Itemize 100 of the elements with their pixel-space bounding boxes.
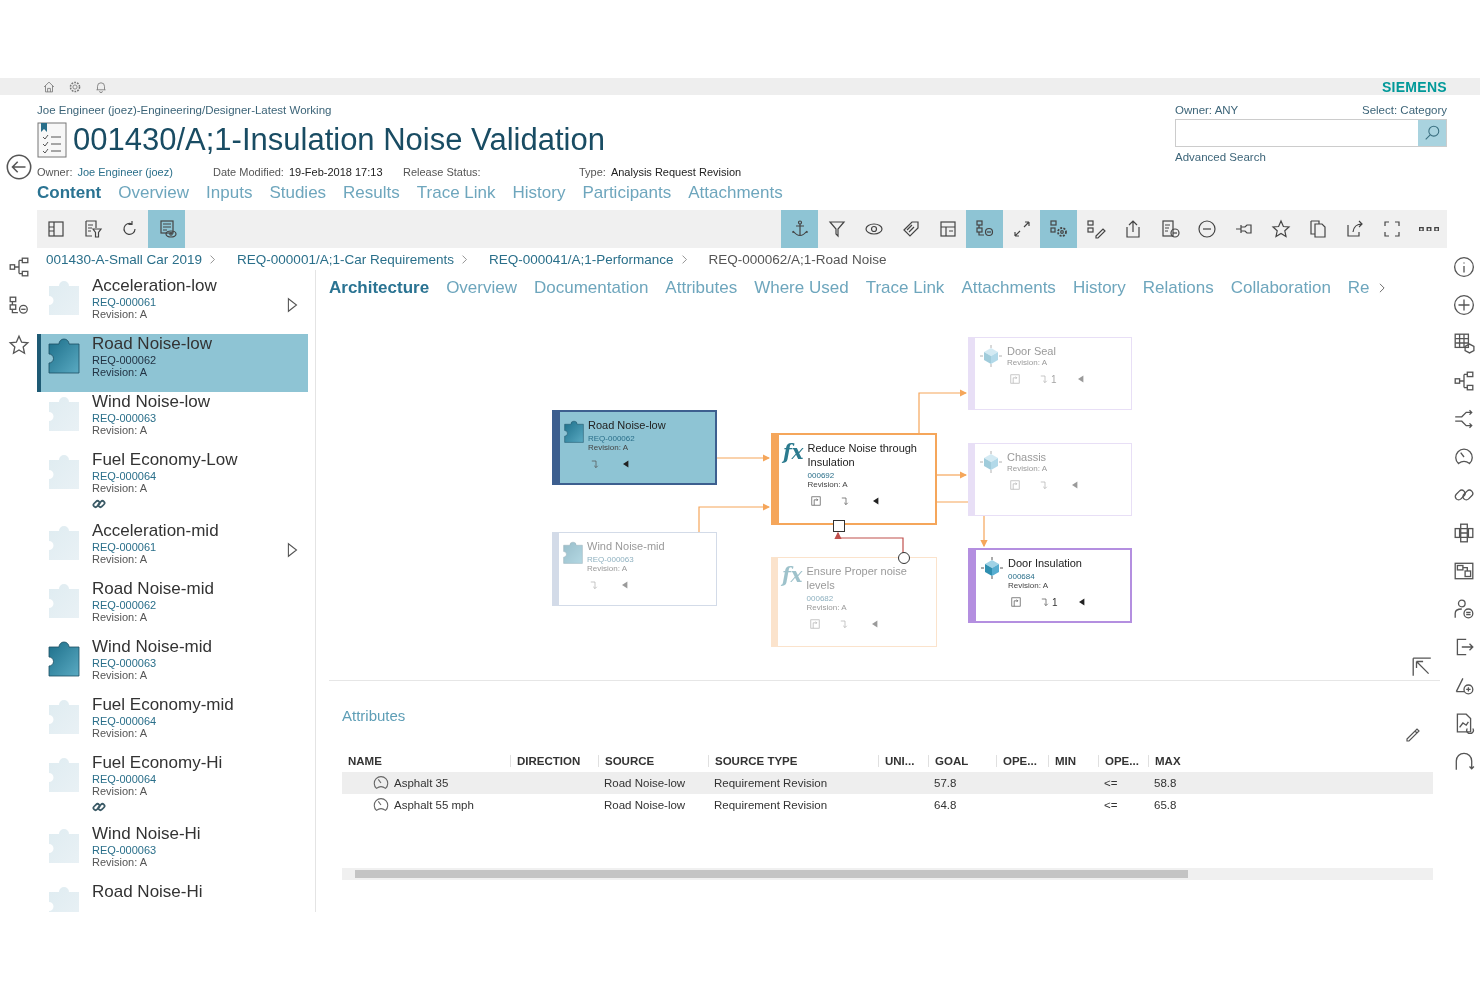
filter-icon — [826, 219, 847, 239]
column-header[interactable]: MAX — [1148, 755, 1248, 767]
list-item[interactable]: Road Noise-Hi — [37, 882, 309, 912]
node-revision: Revision: A — [1007, 358, 1049, 367]
table-row[interactable]: Asphalt 55 mph Road Noise-low Requirement Revision 64.8 <= 65.8 — [342, 794, 1433, 816]
item-revision: Revision: A — [92, 366, 149, 378]
user-swap-button[interactable] — [1452, 598, 1475, 620]
info-button[interactable] — [1452, 256, 1475, 278]
column-header[interactable]: DIRECTION — [510, 755, 598, 767]
column-header[interactable]: OPE... — [1098, 755, 1148, 767]
item-name: Wind Noise-low — [92, 392, 212, 412]
column-header[interactable]: SOURCE — [598, 755, 708, 767]
table-cell: <= — [1104, 777, 1118, 789]
breadcrumb-item[interactable]: REQ-000041/A;1-Performance — [488, 251, 674, 267]
node-title: Ensure Proper noise levels — [806, 564, 908, 592]
copy-icon — [1307, 219, 1328, 239]
list-item[interactable]: Road Noise-mid REQ-000062 Revision: A — [37, 579, 309, 637]
breadcrumb-item[interactable]: REQ-000001/A;1-Car Requirements — [237, 251, 454, 267]
item-revision: Revision: A — [92, 727, 149, 739]
node-title: Road Noise-low — [588, 418, 667, 432]
item-id: REQ-000064 — [92, 715, 158, 727]
tree-icon — [1452, 370, 1475, 392]
favorites-icon — [7, 334, 30, 356]
puzzle-icon — [564, 418, 584, 443]
cube-icon — [979, 344, 1003, 368]
item-revision: Revision: A — [92, 785, 149, 797]
property-label: Type: — [579, 166, 606, 178]
category-select[interactable]: Select: Category — [1362, 104, 1447, 116]
column-header[interactable]: UNI... — [878, 755, 928, 767]
item-name: Road Noise-Hi — [92, 882, 204, 902]
hierarchy-pencil-icon — [1085, 219, 1106, 239]
star-icon — [1270, 219, 1291, 239]
board-icon — [1452, 560, 1475, 582]
table-cell: Asphalt 35 — [394, 777, 449, 789]
table-cell: Road Noise-low — [604, 799, 686, 811]
checklist-document-icon — [37, 122, 67, 158]
user-swap-icon — [1452, 598, 1475, 620]
split-arrows-icon — [1452, 408, 1475, 430]
add-button[interactable] — [1452, 294, 1475, 316]
list-item[interactable]: Fuel Economy-mid REQ-000064 Revision: A — [37, 695, 309, 753]
open-icon — [809, 495, 822, 507]
node-revision: Revision: A — [806, 603, 848, 612]
column-header[interactable]: OPE... — [996, 755, 1048, 767]
column-header[interactable]: NAME — [342, 755, 510, 767]
collapse-icon — [1411, 656, 1433, 678]
bell-icon — [94, 79, 108, 94]
node-title: Door Insulation — [1008, 556, 1083, 570]
tree-button[interactable] — [1452, 370, 1475, 392]
connector-line — [936, 471, 968, 479]
node-id: 000682 — [806, 594, 835, 603]
node-id: 000692 — [807, 471, 836, 480]
list-item[interactable]: Wind Noise-low REQ-000063 Revision: A — [37, 392, 309, 450]
property-value[interactable]: Joe Engineer (joez) — [77, 166, 173, 178]
trace-count: 1 — [1052, 596, 1058, 608]
property-label: Release Status: — [403, 166, 481, 178]
search-field[interactable] — [1175, 119, 1447, 147]
owner-filter[interactable]: Owner: ANY — [1175, 104, 1239, 116]
table-row[interactable]: Asphalt 35 Road Noise-low Requirement Revision 57.8 <= 58.8 — [342, 772, 1433, 794]
hierarchy-button[interactable] — [966, 210, 1003, 248]
property-label: Date Modified: — [213, 166, 284, 178]
export-icon — [1344, 219, 1365, 239]
hierarchy-tool-icon — [7, 256, 30, 278]
table-cube-button[interactable] — [1452, 332, 1475, 354]
list-view-button[interactable] — [148, 210, 185, 248]
anchor-icon — [789, 219, 810, 239]
breadcrumb-item[interactable]: 001430-A-Small Car 2019 — [46, 251, 203, 267]
diagram-node[interactable]: Door Insulation 000684 Revision: A 1 — [968, 548, 1132, 623]
item-id: REQ-000063 — [92, 412, 158, 424]
column-header[interactable]: MIN — [1048, 755, 1098, 767]
split-arrows-button[interactable] — [1452, 408, 1475, 430]
home-icon — [42, 79, 56, 94]
modules-button[interactable] — [1452, 522, 1475, 544]
list-item[interactable]: Wind Noise-Hi REQ-000063 Revision: A — [37, 824, 309, 882]
page-tab[interactable]: Content — [37, 183, 102, 203]
minus-circle-icon — [1196, 219, 1217, 239]
horizontal-scrollbar[interactable] — [342, 868, 1433, 880]
list-item[interactable]: Fuel Economy-Hi REQ-000064 Revision: A — [37, 753, 309, 824]
table-cell: <= — [1104, 799, 1118, 811]
list-item[interactable]: Wind Noise-mid REQ-000063 Revision: A — [37, 637, 309, 695]
property-value: Analysis Request Revision — [610, 166, 742, 178]
breadcrumb-item[interactable]: REQ-000062/A;1-Road Noise — [708, 251, 887, 267]
item-revision: Revision: A — [92, 611, 149, 623]
list-item[interactable]: Fuel Economy-Low REQ-000064 Revision: A — [37, 450, 309, 521]
diagram-node[interactable]: Road Noise-low REQ-000062 Revision: A — [552, 410, 717, 485]
board-button[interactable] — [1452, 560, 1475, 582]
property-label: Owner: — [37, 166, 73, 178]
advanced-search-link[interactable]: Advanced Search — [1175, 151, 1266, 163]
view-tab[interactable]: Architecture — [329, 278, 430, 298]
node-title: Door Seal — [1007, 344, 1057, 358]
anchor-button[interactable] — [781, 210, 818, 248]
list-item[interactable]: Acceleration-mid REQ-000061 Revision: A — [37, 521, 309, 579]
column-header[interactable]: SOURCE TYPE — [708, 755, 878, 767]
node-id: REQ-000063 — [587, 555, 635, 564]
search-button[interactable] — [1418, 120, 1446, 146]
list-item[interactable]: Acceleration-low REQ-000061 Revision: A — [37, 276, 309, 334]
page-title: 001430/A;1-Insulation Noise Validation — [73, 122, 605, 158]
connector-line — [918, 389, 968, 434]
column-header[interactable]: GOAL — [928, 755, 996, 767]
hierarchy-gear-button[interactable] — [1040, 210, 1077, 248]
list-item[interactable]: Road Noise-low REQ-000062 Revision: A — [37, 334, 308, 392]
